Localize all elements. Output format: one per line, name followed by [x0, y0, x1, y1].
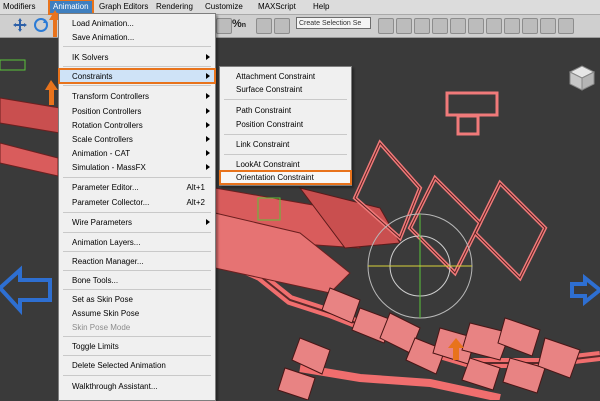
submenu-arrow-icon — [206, 122, 210, 128]
selection-set-dropdown[interactable]: Create Selection Se — [296, 17, 371, 29]
menu-item-assume-skin-pose[interactable]: Assume Skin Pose — [59, 306, 215, 320]
menu-item-toggle-limits[interactable]: Toggle Limits — [59, 339, 215, 353]
menu-item-simulation-massfx[interactable]: Simulation - MassFX — [59, 160, 215, 174]
blue-helper-left — [0, 265, 52, 316]
menu-item-bone-tools[interactable]: Bone Tools... — [59, 273, 215, 287]
menu-separator — [63, 232, 211, 233]
menu-separator — [63, 270, 211, 271]
menu-help[interactable]: Help — [313, 2, 329, 11]
menu-item-ik-solvers[interactable]: IK Solvers — [59, 50, 215, 64]
menu-separator — [63, 46, 211, 47]
menu-graph-editors[interactable]: Graph Editors — [99, 2, 148, 11]
submenu-item-orientation-constraint[interactable]: Orientation Constraint — [219, 170, 352, 185]
scene-explorer-icon[interactable] — [432, 18, 448, 34]
submenu-item-surface-constraint[interactable]: Surface Constraint — [220, 83, 351, 96]
submenu-item-lookat-constraint[interactable]: LookAt Constraint — [220, 158, 351, 171]
diamond-frames — [352, 139, 548, 282]
menu-item-transform-controllers[interactable]: Transform Controllers — [59, 89, 215, 103]
menu-item-animation-cat[interactable]: Animation - CAT — [59, 146, 215, 160]
layer-manager-icon[interactable] — [414, 18, 430, 34]
submenu-arrow-icon — [206, 219, 210, 225]
menu-separator — [63, 251, 211, 252]
menu-item-delete-selected-animation[interactable]: Delete Selected Animation — [59, 358, 215, 372]
menu-item-position-controllers[interactable]: Position Controllers — [59, 104, 215, 118]
submenu-arrow-icon — [206, 54, 210, 60]
menu-separator — [63, 289, 211, 290]
menu-item-load-animation[interactable]: Load Animation... — [59, 16, 215, 30]
submenu-arrow-icon — [206, 150, 210, 156]
menu-separator — [63, 66, 211, 67]
menu-item-walkthrough-assistant[interactable]: Walkthrough Assistant... — [59, 379, 215, 393]
align-icon[interactable] — [396, 18, 412, 34]
submenu-arrow-icon — [206, 73, 210, 79]
menu-item-wire-parameters[interactable]: Wire Parameters — [59, 215, 215, 229]
mirror-icon[interactable] — [378, 18, 394, 34]
submenu-arrow-icon — [206, 93, 210, 99]
constraints-submenu: Attachment Constraint Surface Constraint… — [219, 66, 352, 186]
move-icon[interactable] — [12, 17, 28, 33]
submenu-item-path-constraint[interactable]: Path Constraint — [220, 104, 351, 117]
spinner-snap-icon[interactable] — [256, 18, 272, 34]
menu-maxscript[interactable]: MAXScript — [258, 2, 296, 11]
render-production-icon[interactable] — [558, 18, 574, 34]
graphite-toolbar-icon[interactable] — [450, 18, 466, 34]
menu-separator — [63, 85, 211, 86]
menu-item-rotation-controllers[interactable]: Rotation Controllers — [59, 118, 215, 132]
menu-separator — [63, 355, 211, 356]
snap-icon[interactable] — [216, 18, 232, 34]
menu-separator — [224, 154, 347, 155]
menu-modifiers[interactable]: Modifiers — [3, 2, 35, 11]
curve-editor-icon[interactable] — [468, 18, 484, 34]
menu-item-constraints[interactable]: Constraints — [58, 68, 216, 84]
submenu-item-link-constraint[interactable]: Link Constraint — [220, 138, 351, 151]
submenu-arrow-icon — [206, 108, 210, 114]
menu-item-reaction-manager[interactable]: Reaction Manager... — [59, 254, 215, 268]
render-setup-icon[interactable] — [522, 18, 538, 34]
menu-item-parameter-collector[interactable]: Parameter Collector... Alt+2 — [59, 195, 215, 209]
submenu-arrow-icon — [206, 136, 210, 142]
menu-rendering[interactable]: Rendering — [156, 2, 193, 11]
animation-menu: Load Animation... Save Animation... IK S… — [58, 13, 216, 401]
menu-separator — [224, 99, 347, 100]
menu-item-animation-layers[interactable]: Animation Layers... — [59, 235, 215, 249]
submenu-item-attachment-constraint[interactable]: Attachment Constraint — [220, 70, 351, 83]
blue-helper-right — [570, 273, 600, 307]
schematic-view-icon[interactable] — [486, 18, 502, 34]
menu-separator — [63, 336, 211, 337]
menu-separator — [63, 212, 211, 213]
menu-item-set-as-skin-pose[interactable]: Set as Skin Pose — [59, 292, 215, 306]
submenu-arrow-icon — [206, 164, 210, 170]
submenu-item-position-constraint[interactable]: Position Constraint — [220, 118, 351, 131]
rendered-frame-window-icon[interactable] — [540, 18, 556, 34]
menu-item-parameter-editor[interactable]: Parameter Editor... Alt+1 — [59, 180, 215, 194]
viewcube — [568, 65, 596, 91]
menu-item-save-animation[interactable]: Save Animation... — [59, 30, 215, 44]
menu-item-skin-pose-mode: Skin Pose Mode — [72, 323, 131, 332]
material-editor-icon[interactable] — [504, 18, 520, 34]
percent-snap-icon[interactable]: %n — [232, 18, 246, 32]
menu-item-scale-controllers[interactable]: Scale Controllers — [59, 132, 215, 146]
edit-named-selection-icon[interactable] — [274, 18, 290, 34]
menu-separator — [63, 177, 211, 178]
menu-separator — [63, 375, 211, 376]
menu-customize[interactable]: Customize — [205, 2, 243, 11]
menu-separator — [224, 134, 347, 135]
rotate-icon[interactable] — [33, 17, 49, 33]
